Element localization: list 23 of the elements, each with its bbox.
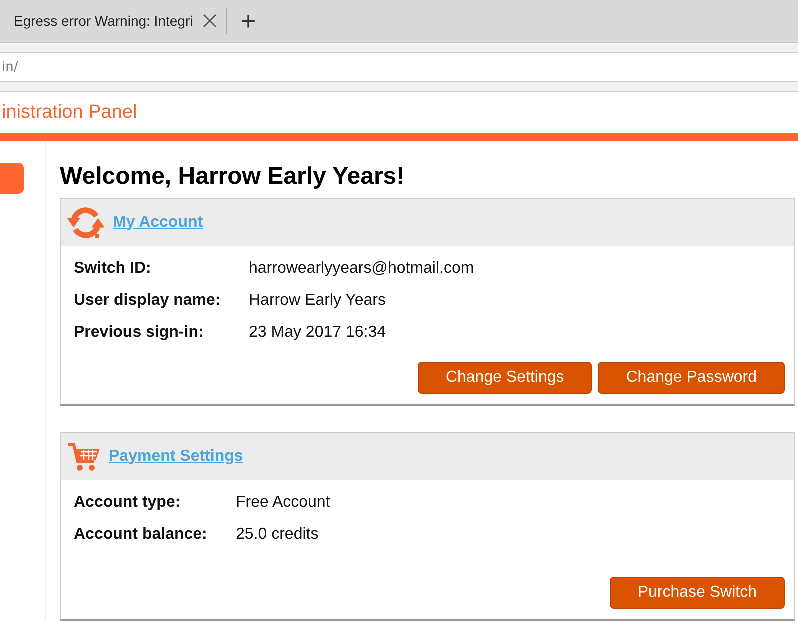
action-button[interactable]: Change Password bbox=[598, 362, 785, 394]
field-label: Account balance: bbox=[74, 526, 208, 544]
panel-title: inistration Panel bbox=[2, 102, 138, 124]
refresh-icon bbox=[67, 206, 105, 238]
field-value: 23 May 2017 16:34 bbox=[249, 324, 387, 342]
section-link[interactable]: My Account bbox=[113, 214, 204, 232]
field-label: Previous sign-in: bbox=[74, 324, 205, 342]
field-value: harrowearlyyears@hotmail.com bbox=[249, 260, 476, 278]
field-label: User display name: bbox=[74, 292, 222, 310]
tab-title: Egress error Warning: Integri bbox=[14, 13, 194, 29]
welcome-heading: Welcome, Harrow Early Years! bbox=[60, 163, 406, 191]
field-label: Account type: bbox=[74, 494, 182, 512]
close-icon[interactable] bbox=[203, 14, 218, 28]
section-link[interactable]: Payment Settings bbox=[109, 448, 244, 466]
action-button[interactable]: Purchase Switch bbox=[610, 577, 785, 609]
field-value: Free Account bbox=[236, 494, 332, 512]
action-button[interactable]: Change Settings bbox=[418, 362, 592, 394]
field-value: 25.0 credits bbox=[236, 526, 320, 544]
new-tab-button[interactable]: + bbox=[241, 8, 256, 34]
cart-icon bbox=[67, 442, 101, 472]
field-label: Switch ID: bbox=[74, 260, 152, 278]
browser-tab[interactable]: Egress error Warning: Integri bbox=[0, 0, 220, 42]
field-value: Harrow Early Years bbox=[249, 292, 387, 310]
